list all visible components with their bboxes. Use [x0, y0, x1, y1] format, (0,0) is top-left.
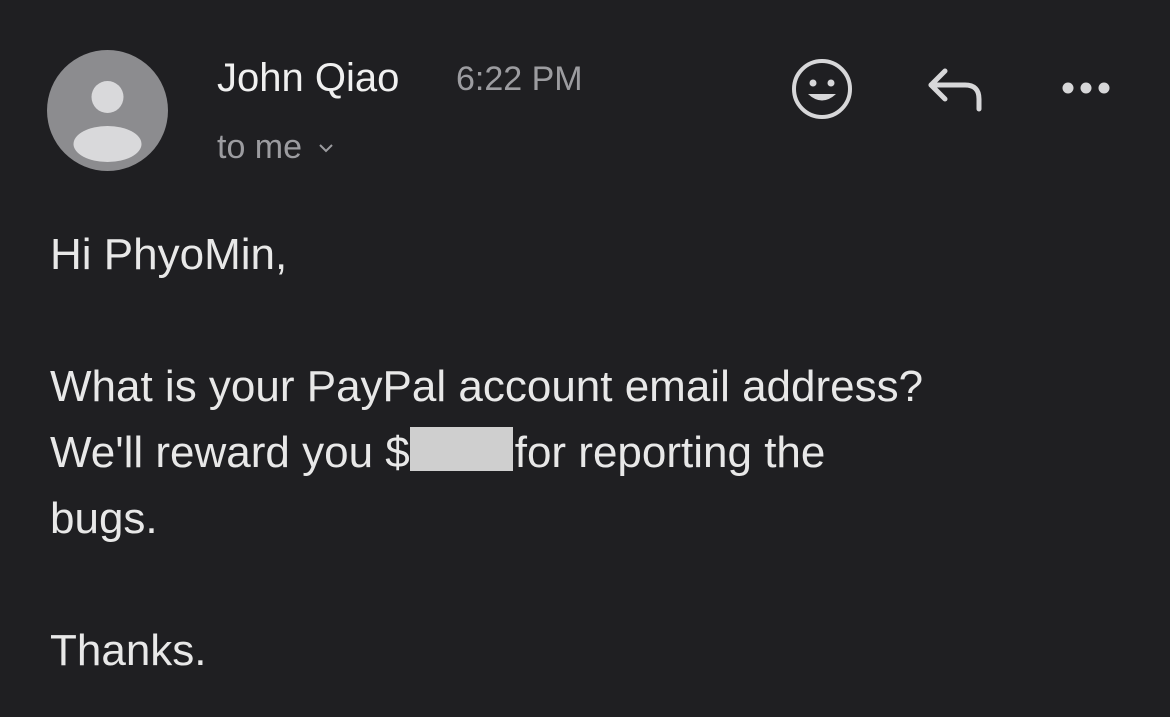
- timestamp: 6:22 PM: [456, 60, 583, 98]
- redacted-amount: [409, 427, 513, 471]
- default-user-avatar-icon: [73, 81, 142, 162]
- sender-avatar[interactable]: [47, 50, 168, 171]
- more-options-button[interactable]: [1056, 70, 1116, 106]
- message-line-2-end: for reporting the: [514, 428, 826, 477]
- email-closing: Thanks.: [50, 626, 207, 675]
- recipient-label: to me: [217, 128, 303, 166]
- email-greeting: Hi PhyoMin,: [50, 230, 288, 279]
- more-horizontal-icon: [1062, 82, 1110, 94]
- recipient-details-toggle[interactable]: to me: [217, 128, 334, 167]
- reply-button[interactable]: [920, 60, 990, 116]
- message-line-2-start: We'll reward you $: [50, 428, 410, 477]
- reply-arrow-icon: [928, 68, 982, 112]
- message-line-1: What is your PayPal account email addres…: [50, 362, 924, 411]
- add-reaction-button[interactable]: [788, 55, 856, 123]
- message-line-3: bugs.: [50, 494, 158, 543]
- sender-name[interactable]: John Qiao: [217, 56, 399, 101]
- chevron-down-icon: [318, 142, 334, 154]
- email-body: Hi PhyoMin, What is your PayPal account …: [50, 222, 1140, 684]
- smiley-face-icon: [792, 59, 852, 119]
- email-message: What is your PayPal account email addres…: [50, 354, 1140, 552]
